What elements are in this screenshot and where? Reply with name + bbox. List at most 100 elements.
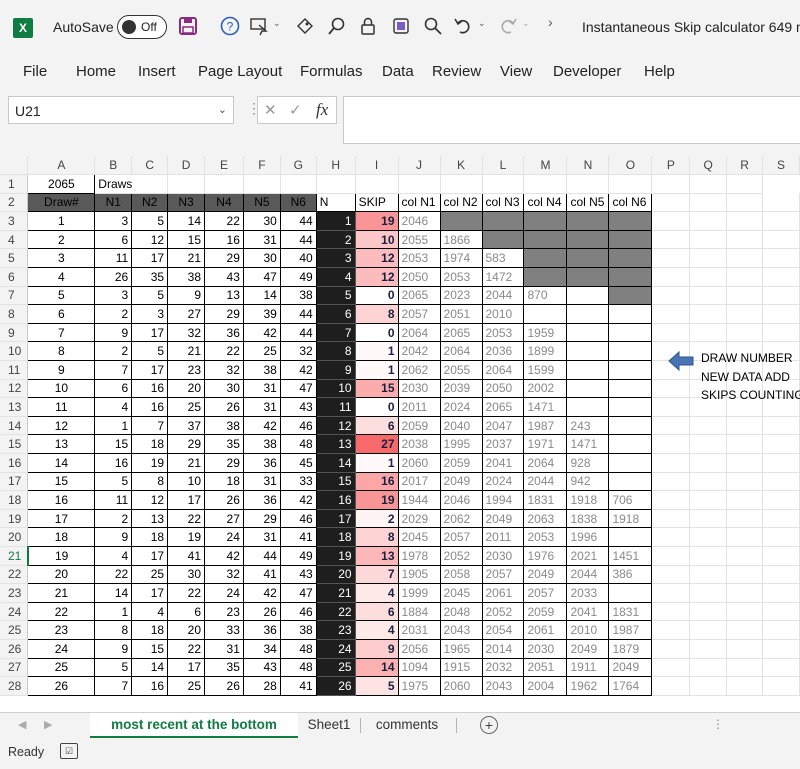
column-header-k[interactable]: K [440, 156, 483, 176]
cell-col-n4[interactable]: 2059 [523, 601, 568, 622]
row-header[interactable]: 1 [0, 174, 29, 194]
cell-col-n1[interactable]: 2050 [397, 267, 441, 287]
cell-col-n4[interactable]: 1899 [523, 341, 568, 362]
cell-col-n1[interactable]: 2029 [397, 508, 441, 529]
cell-col-n1[interactable]: 1978 [397, 545, 441, 566]
row-header[interactable]: 22 [0, 565, 29, 585]
cell-n5[interactable]: 44 [242, 545, 281, 566]
cell-n-index[interactable]: 9 [316, 360, 356, 380]
row-header[interactable]: 9 [0, 323, 29, 343]
touch-mode-icon[interactable] [248, 16, 270, 38]
cell-col-n3[interactable]: 2057 [481, 564, 525, 585]
tab-home[interactable]: Home [76, 63, 116, 80]
cell-n3[interactable]: 21 [167, 248, 206, 269]
cell-n1[interactable]: 8 [94, 620, 133, 640]
cell-col-n1[interactable]: 2065 [397, 285, 441, 306]
cell-n4[interactable]: 13 [204, 285, 244, 306]
cell-skip[interactable]: 4 [354, 583, 399, 603]
cell-skip[interactable]: 6 [354, 415, 399, 436]
cell-skip[interactable]: 8 [354, 527, 399, 547]
column-header-l[interactable]: L [482, 156, 525, 176]
undo-dropdown-icon[interactable]: ⌄ [478, 18, 486, 29]
cell-n2[interactable]: 5 [131, 341, 169, 362]
cell-n4[interactable]: 26 [204, 676, 244, 696]
cell-empty[interactable] [689, 620, 728, 640]
cell-empty[interactable] [689, 565, 728, 585]
cell-n-index[interactable]: 4 [316, 267, 356, 287]
cell-col-n4[interactable]: 2004 [523, 676, 568, 696]
cell-a1[interactable]: 2065 [27, 174, 96, 194]
cell-n4[interactable]: 26 [204, 490, 244, 510]
cell-col-n4[interactable]: 2002 [523, 378, 568, 399]
cell-empty[interactable] [651, 490, 691, 510]
cell-n5[interactable]: 42 [242, 322, 281, 343]
cell-col-n2[interactable]: 2052 [439, 545, 483, 566]
next-sheet-icon[interactable]: ▶ [44, 718, 52, 731]
cell-col-n5-filled[interactable] [566, 248, 610, 269]
cell-col-n4[interactable]: 2064 [523, 453, 568, 473]
zoom-icon[interactable] [422, 16, 444, 38]
cell-n4[interactable]: 24 [204, 583, 244, 603]
cell-empty[interactable] [726, 304, 763, 324]
cell-col-n2[interactable]: 2053 [439, 267, 483, 287]
cell-col-n4[interactable]: 1831 [523, 490, 568, 510]
cell-empty[interactable] [689, 211, 728, 231]
cell-n-index[interactable]: 17 [316, 509, 356, 529]
cell-n3[interactable]: 32 [167, 322, 206, 343]
cell-col-n1[interactable]: 2031 [397, 620, 441, 640]
cell-skip[interactable]: 12 [354, 248, 399, 269]
cell-empty[interactable] [651, 453, 691, 473]
cell-n2[interactable]: 5 [131, 285, 169, 306]
cell-empty[interactable] [689, 676, 728, 696]
cell-empty[interactable] [651, 416, 691, 436]
cell-empty[interactable] [689, 583, 728, 603]
cell-col-n2[interactable]: 2046 [439, 490, 483, 510]
cell-col-n6[interactable]: 1879 [608, 638, 653, 659]
cell-n2[interactable]: 7 [131, 415, 169, 436]
cell-n-index[interactable]: 12 [316, 416, 356, 436]
row-header[interactable]: 5 [0, 248, 29, 269]
cell-col-n5[interactable]: 1838 [566, 508, 610, 529]
cell-empty[interactable] [762, 583, 800, 603]
cell-empty[interactable] [726, 416, 763, 436]
cell-n5[interactable]: 36 [242, 453, 281, 473]
cell-empty[interactable] [726, 565, 763, 585]
cell-n4[interactable]: 29 [204, 304, 244, 324]
cell-col-n5[interactable]: 1918 [566, 490, 610, 510]
cell-empty[interactable] [651, 676, 691, 696]
row-header[interactable]: 13 [0, 397, 29, 417]
cell-n2[interactable]: 8 [131, 471, 169, 492]
cell-col-n3[interactable]: 2053 [481, 322, 525, 343]
header-n3[interactable]: N3 [167, 192, 206, 213]
cell-empty[interactable] [689, 546, 728, 566]
cell-col-n2[interactable]: 2065 [439, 322, 483, 343]
cell-col-n6[interactable] [608, 583, 653, 603]
cell-skip[interactable]: 0 [354, 322, 399, 343]
cell-col-n4-filled[interactable] [523, 229, 568, 250]
cell-col-n1[interactable]: 2046 [397, 211, 441, 231]
cell-col-n3[interactable]: 2036 [481, 341, 525, 362]
cell-n-index[interactable]: 22 [316, 602, 356, 622]
cell-n1[interactable]: 15 [94, 434, 133, 454]
cell-n1[interactable]: 4 [94, 545, 133, 566]
cell-col-n2[interactable]: 2040 [439, 415, 483, 436]
cell-empty[interactable] [651, 230, 691, 250]
cell-n4[interactable]: 29 [204, 453, 244, 473]
cell-n5[interactable]: 31 [242, 229, 281, 250]
cell-skip[interactable]: 1 [354, 360, 399, 380]
cell-n3[interactable]: 19 [167, 527, 206, 547]
cell-empty[interactable] [651, 211, 691, 231]
cell-col-n1[interactable]: 2017 [397, 471, 441, 492]
cell-col-n3[interactable]: 1994 [481, 490, 525, 510]
cell-col-n5-filled[interactable] [566, 229, 610, 250]
cell-col-n5[interactable]: 2033 [566, 583, 610, 603]
cell-n-index[interactable]: 8 [316, 341, 356, 362]
cell-draw-number[interactable]: 18 [27, 527, 96, 547]
cell-col-n6[interactable] [608, 378, 653, 399]
cell-empty[interactable] [651, 323, 691, 343]
cell-n-index[interactable]: 15 [316, 472, 356, 492]
cell-empty[interactable] [689, 304, 728, 324]
cell-empty[interactable] [689, 509, 728, 529]
cell-empty[interactable] [762, 211, 800, 231]
tab-view[interactable]: View [500, 63, 532, 80]
